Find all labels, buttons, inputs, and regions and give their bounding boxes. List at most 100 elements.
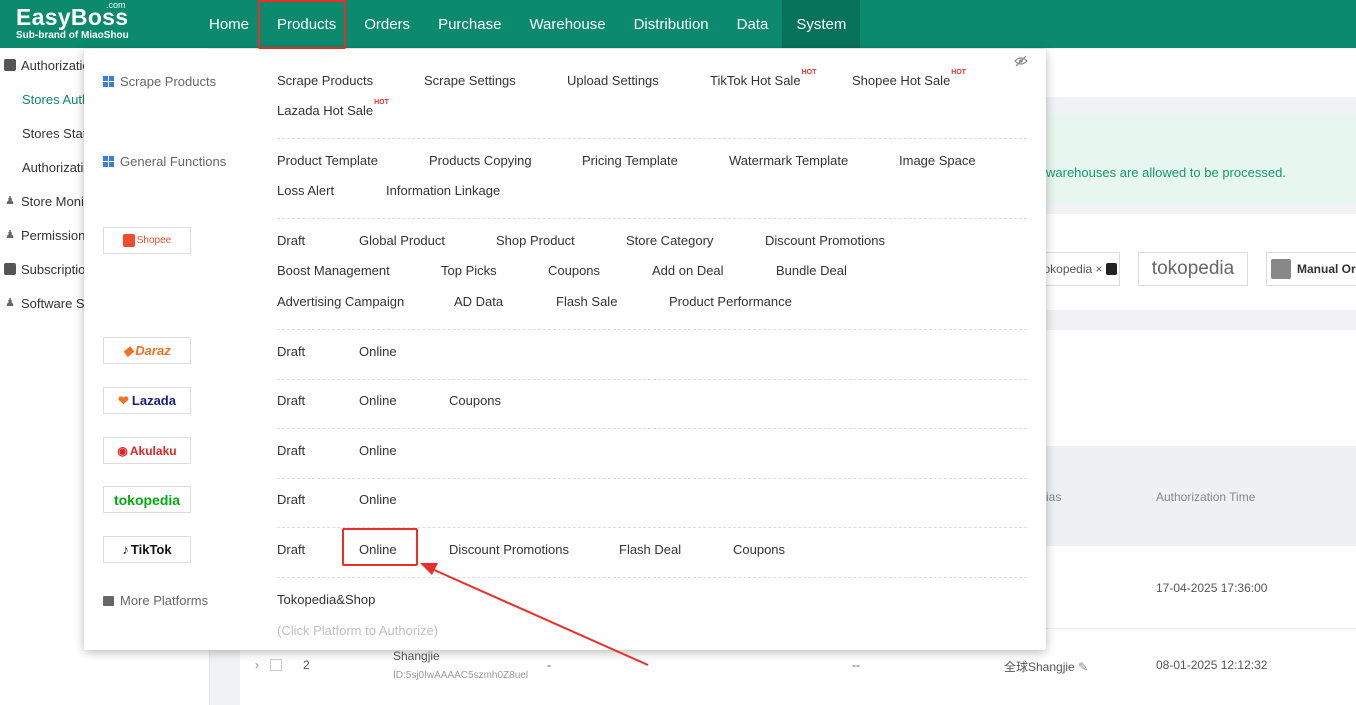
row2-time: 08-01-2025 12:12:32 (1156, 658, 1268, 672)
row2-checkbox[interactable] (270, 659, 282, 671)
menu-shopee-hot-sale[interactable]: Shopee Hot SaleHOT (852, 69, 966, 88)
menu-shopee-global-product[interactable]: Global Product (359, 233, 445, 248)
menu-akulaku-online[interactable]: Online (359, 443, 397, 458)
category-scrape-products: Scrape Products (103, 74, 216, 89)
shopee-bag-icon (122, 234, 135, 247)
menu-shopee-draft[interactable]: Draft (277, 233, 305, 248)
top-nav: EasyBoss .com Sub-brand of MiaoShou Home… (0, 0, 1356, 48)
menu-akulaku-draft[interactable]: Draft (277, 443, 305, 458)
lazada-heart-icon: ❤ (118, 392, 129, 408)
menu-lazada-hot-sale[interactable]: Lazada Hot SaleHOT (277, 99, 389, 118)
nav-purchase[interactable]: Purchase (424, 0, 515, 48)
menu-scrape-products[interactable]: Scrape Products (277, 73, 373, 88)
divider (277, 527, 1027, 528)
menu-shopee-product-performance[interactable]: Product Performance (669, 294, 792, 309)
menu-tokopedia-shop[interactable]: Tokopedia&Shop (277, 592, 375, 607)
logo-tiktok[interactable]: ♪ TikTok (103, 536, 191, 563)
hide-eye-icon[interactable] (1014, 55, 1028, 67)
nav-system[interactable]: System (782, 0, 861, 48)
menu-tiktok-hot-sale[interactable]: TikTok Hot SaleHOT (710, 69, 816, 88)
platform-card-manual[interactable]: Manual Or (1266, 252, 1356, 286)
nav-products[interactable]: Products (263, 0, 350, 48)
row2-name: Shangjie (393, 649, 440, 663)
hot-badge: HOT (951, 69, 967, 76)
platform-card-tokopedia[interactable]: tokopedia (1138, 252, 1248, 286)
menu-daraz-draft[interactable]: Draft (277, 344, 305, 359)
nav-data[interactable]: Data (723, 0, 783, 48)
menu-pricing-template[interactable]: Pricing Template (582, 153, 678, 168)
menu-tiktok-discount-promotions[interactable]: Discount Promotions (449, 542, 569, 557)
logo-tokopedia[interactable]: tokopedia (103, 486, 191, 513)
menu-shopee-store-category[interactable]: Store Category (626, 233, 713, 248)
row2-col-a: - (547, 658, 551, 672)
folder-icon (103, 595, 114, 606)
row2-expand-icon[interactable]: › (255, 658, 259, 672)
table-area-bottom (240, 650, 1046, 705)
menu-shopee-shop-product[interactable]: Shop Product (496, 233, 575, 248)
logo-com: .com (106, 0, 126, 10)
menu-shopee-discount-promotions[interactable]: Discount Promotions (765, 233, 885, 248)
tiktok-note-icon: ♪ (122, 542, 129, 557)
menu-tiktok-draft[interactable]: Draft (277, 542, 305, 557)
logo-text: Akulaku (129, 443, 177, 458)
category-more-platforms: More Platforms (103, 593, 208, 608)
menu-shopee-flash-sale[interactable]: Flash Sale (556, 294, 617, 309)
divider (277, 577, 1027, 578)
menu-tiktok-online[interactable]: Online (359, 542, 397, 557)
menu-shopee-boost-management[interactable]: Boost Management (277, 263, 390, 278)
menu-shopee-top-picks[interactable]: Top Picks (441, 263, 497, 278)
menu-loss-alert[interactable]: Loss Alert (277, 183, 334, 198)
subscription-icon (4, 263, 16, 275)
menu-products-copying[interactable]: Products Copying (429, 153, 532, 168)
menu-tokopedia-draft[interactable]: Draft (277, 492, 305, 507)
tip-text: warehouses are allowed to be processed. (1046, 165, 1286, 180)
menu-scrape-settings[interactable]: Scrape Settings (424, 73, 516, 88)
nav-warehouse[interactable]: Warehouse (515, 0, 619, 48)
row2-id: ID:5sj0IwAAAAC5szmh0Z8uel (393, 670, 529, 681)
divider (277, 428, 1027, 429)
menu-shopee-advertising-campaign[interactable]: Advertising Campaign (277, 294, 404, 309)
edit-icon[interactable]: ✎ (1078, 660, 1088, 674)
menu-tiktok-coupons[interactable]: Coupons (733, 542, 785, 557)
menu-product-template[interactable]: Product Template (277, 153, 378, 168)
menu-information-linkage[interactable]: Information Linkage (386, 183, 500, 198)
breadcrumb-bar (1046, 49, 1356, 97)
menu-shopee-coupons[interactable]: Coupons (548, 263, 600, 278)
menu-tiktok-flash-deal[interactable]: Flash Deal (619, 542, 681, 557)
logo[interactable]: EasyBoss .com Sub-brand of MiaoShou (0, 0, 195, 48)
menu-lazada-coupons[interactable]: Coupons (449, 393, 501, 408)
logo-akulaku[interactable]: ◉ Akulaku (103, 437, 191, 464)
nav-orders[interactable]: Orders (350, 0, 424, 48)
nav-home[interactable]: Home (195, 0, 263, 48)
th-auth-time: Authorization Time (1156, 490, 1256, 504)
th-alias: ias (1046, 490, 1062, 504)
menu-shopee-ad-data[interactable]: AD Data (454, 294, 503, 309)
category-label: General Functions (120, 154, 227, 169)
divider (277, 138, 1027, 139)
sidebar-label: Authorizatio (21, 57, 90, 73)
logo-daraz[interactable]: ◆ Daraz (103, 337, 191, 364)
category-general-functions: General Functions (103, 154, 226, 169)
menu-daraz-online[interactable]: Online (359, 344, 397, 359)
grid-icon (103, 156, 114, 167)
akulaku-icon: ◉ (117, 443, 128, 458)
row2-index: 2 (303, 658, 310, 672)
card-label: okopedia × (1043, 262, 1103, 276)
menu-shopee-bundle-deal[interactable]: Bundle Deal (776, 263, 847, 278)
divider (277, 379, 1027, 380)
logo-shopee[interactable]: Shopee (103, 227, 191, 254)
menu-upload-settings[interactable]: Upload Settings (567, 73, 659, 88)
platform-card-tokopedia-tiktok[interactable]: okopedia × (1040, 252, 1120, 286)
card-label: Manual Or (1297, 262, 1356, 276)
menu-shopee-add-on-deal[interactable]: Add on Deal (652, 263, 724, 278)
menu-image-space[interactable]: Image Space (899, 153, 976, 168)
menu-lazada-online[interactable]: Online (359, 393, 397, 408)
sidebar-label: Software Se (21, 295, 92, 311)
menu-tokopedia-online[interactable]: Online (359, 492, 397, 507)
nav-distribution[interactable]: Distribution (620, 0, 723, 48)
item-label: TikTok Hot Sale (710, 73, 801, 88)
menu-lazada-draft[interactable]: Draft (277, 393, 305, 408)
logo-text: Daraz (135, 343, 171, 358)
logo-lazada[interactable]: ❤ Lazada (103, 387, 191, 414)
menu-watermark-template[interactable]: Watermark Template (729, 153, 848, 168)
